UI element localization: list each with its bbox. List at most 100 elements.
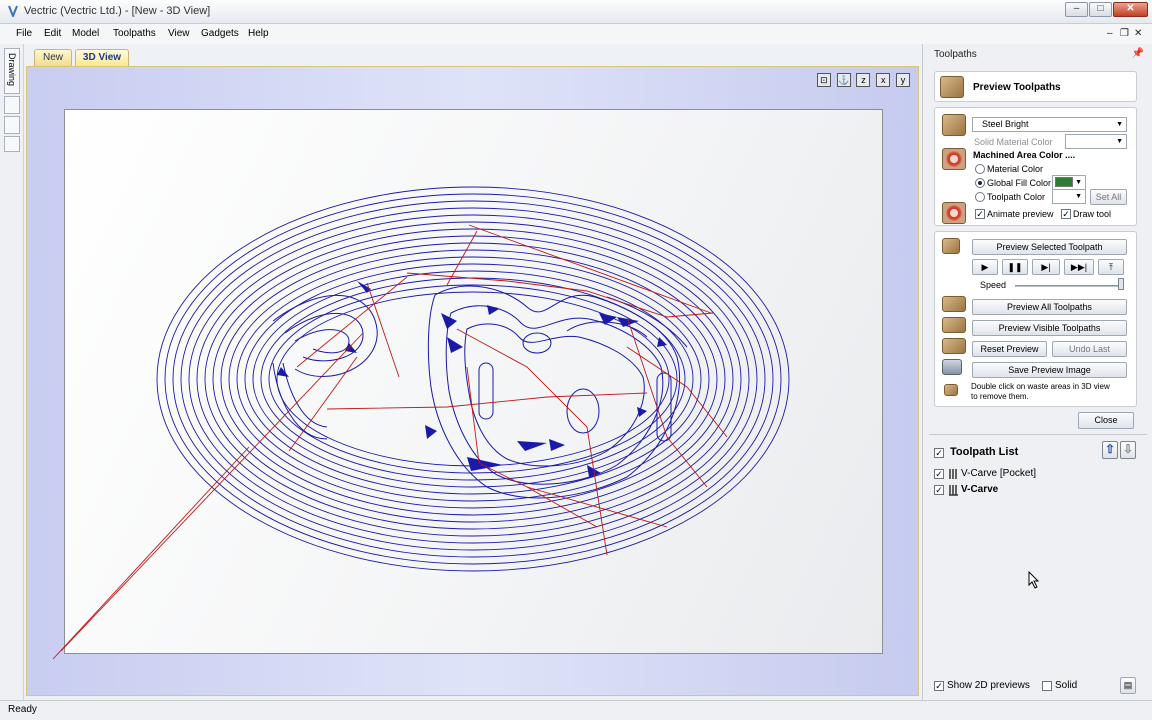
show-2d-previews-checkbox[interactable]: ✓ (934, 681, 944, 691)
v-carve-icon (949, 469, 957, 479)
speed-slider-thumb[interactable] (1118, 278, 1124, 290)
play-button[interactable]: ▶ (972, 259, 998, 275)
toolpath-item-vcarve-pocket[interactable]: ✓ V-Carve [Pocket] (934, 467, 1134, 482)
chevron-down-icon: ▼ (1075, 179, 1082, 186)
pocket-ring (156, 186, 790, 572)
pocket-ring (164, 193, 782, 565)
3d-viewport[interactable]: ⊡ ⚓ z x y (26, 66, 919, 696)
close-window-button[interactable]: ✕ (1113, 2, 1148, 17)
preview-visible-icon (942, 317, 966, 333)
doc-restore-button[interactable]: ❐ (1120, 28, 1129, 39)
chevron-down-icon: ▼ (1075, 193, 1082, 200)
material-color-label: Material Color (987, 164, 1044, 174)
speed-slider-track[interactable] (1015, 285, 1122, 287)
menu-view[interactable]: View (168, 28, 190, 39)
animate-preview-checkbox[interactable]: ✓ (975, 209, 985, 219)
maximize-button[interactable]: □ (1089, 2, 1112, 17)
menu-gadgets[interactable]: Gadgets (201, 28, 239, 39)
app-icon (8, 5, 18, 17)
global-fill-color-label: Global Fill Color (987, 178, 1052, 188)
menu-model[interactable]: Model (72, 28, 99, 39)
draw-tool-label: Draw tool (1073, 209, 1112, 219)
doc-close-button[interactable]: ✕ (1134, 28, 1142, 39)
v-carve-icon (949, 485, 958, 496)
solid-material-color-picker[interactable]: ▼ (1065, 134, 1127, 149)
status-bar: Ready (0, 700, 1152, 720)
toolpath-item-label: V-Carve (961, 484, 999, 495)
toolpath-color-picker[interactable]: ▼ (1052, 189, 1086, 204)
toolpath-color-label: Toolpath Color (987, 192, 1046, 202)
material-color-radio[interactable] (975, 164, 985, 174)
pocket-ring (220, 242, 726, 516)
status-text: Ready (8, 704, 37, 715)
preview-header-box: Preview Toolpaths (934, 71, 1137, 102)
menu-help[interactable]: Help (248, 28, 269, 39)
material-select[interactable]: Steel Bright ▼ (972, 117, 1127, 132)
move-up-button[interactable]: ⇧ (1102, 441, 1118, 459)
preview-all-icon (942, 296, 966, 312)
v-carve-fill (277, 281, 667, 477)
title-bar: Vectric (Vectric Ltd.) - [New - 3D View]… (0, 0, 1152, 24)
drawing-tab[interactable]: Drawing (4, 48, 20, 94)
menu-edit[interactable]: Edit (44, 28, 61, 39)
menu-toolpaths[interactable]: Toolpaths (113, 28, 156, 39)
solid-label: Solid (1055, 680, 1078, 691)
toolpath-list-checkbox[interactable]: ✓ (934, 448, 944, 458)
doc-minimize-button[interactable]: – (1107, 28, 1113, 39)
hint-line-1: Double click on waste areas in 3D view (971, 382, 1110, 391)
machined-area-icon (942, 148, 966, 170)
undo-last-button[interactable]: Undo Last (1052, 341, 1127, 357)
fast-forward-button[interactable]: ▶▶| (1064, 259, 1094, 275)
preview-toolpaths-icon (940, 76, 964, 98)
panel-options-icon[interactable]: ▤ (1120, 677, 1136, 694)
solid-checkbox[interactable] (1042, 681, 1052, 691)
material-icon (942, 114, 966, 136)
pocket-ring (260, 277, 686, 481)
draw-tool-checkbox[interactable]: ✓ (1061, 209, 1071, 219)
preview-header-label: Preview Toolpaths (973, 82, 1061, 93)
step-button[interactable]: ▶| (1032, 259, 1060, 275)
panel-title: Toolpaths (934, 49, 977, 60)
menu-file[interactable]: File (16, 28, 32, 39)
pocket-ring (204, 228, 742, 530)
save-image-icon (942, 359, 962, 375)
side-tab-3[interactable] (4, 116, 20, 134)
move-down-button[interactable]: ⇩ (1120, 441, 1136, 459)
global-fill-color-radio[interactable] (975, 178, 985, 188)
minimize-button[interactable]: – (1065, 2, 1088, 17)
tab-new[interactable]: New (34, 49, 72, 66)
hint-icon (944, 384, 958, 396)
close-button[interactable]: Close (1078, 412, 1134, 429)
divider (929, 434, 1147, 435)
global-fill-color-picker[interactable]: ▼ (1052, 175, 1086, 190)
save-preview-image-button[interactable]: Save Preview Image (972, 362, 1127, 378)
hint-line-2: to remove them. (971, 392, 1029, 401)
toolpath-item-checkbox[interactable]: ✓ (934, 469, 944, 479)
solid-material-color-label: Solid Material Color (974, 137, 1053, 147)
pause-button[interactable]: ❚❚ (1002, 259, 1028, 275)
menu-bar: File Edit Model Toolpaths View Gadgets H… (0, 24, 1152, 44)
toolpath-list-title: Toolpath List (950, 446, 1019, 458)
preview-all-toolpaths-button[interactable]: Preview All Toolpaths (972, 299, 1127, 315)
to-top-button[interactable]: ⤒ (1098, 259, 1124, 275)
reset-preview-icon (942, 338, 966, 354)
reset-preview-button[interactable]: Reset Preview (972, 341, 1047, 357)
chevron-down-icon: ▼ (1116, 121, 1123, 128)
set-all-button[interactable]: Set All (1090, 189, 1127, 205)
tab-3d-view[interactable]: 3D View (75, 49, 129, 66)
animate-preview-label: Animate preview (987, 209, 1054, 219)
pin-icon[interactable]: 📌 (1132, 48, 1144, 59)
preview-selected-toolpath-button[interactable]: Preview Selected Toolpath (972, 239, 1127, 255)
pocket-ring (172, 200, 774, 558)
side-tab-4[interactable] (4, 136, 20, 152)
animate-icon (942, 202, 966, 224)
toolpath-item-vcarve[interactable]: ✓ V-Carve (934, 483, 1134, 498)
left-side-strip: Drawing (0, 44, 24, 700)
speed-label: Speed (980, 280, 1007, 290)
preview-selected-icon (942, 238, 960, 254)
global-fill-swatch (1055, 177, 1073, 187)
toolpath-item-checkbox[interactable]: ✓ (934, 485, 944, 495)
preview-visible-toolpaths-button[interactable]: Preview Visible Toolpaths (972, 320, 1127, 336)
toolpath-color-radio[interactable] (975, 192, 985, 202)
side-tab-2[interactable] (4, 96, 20, 114)
